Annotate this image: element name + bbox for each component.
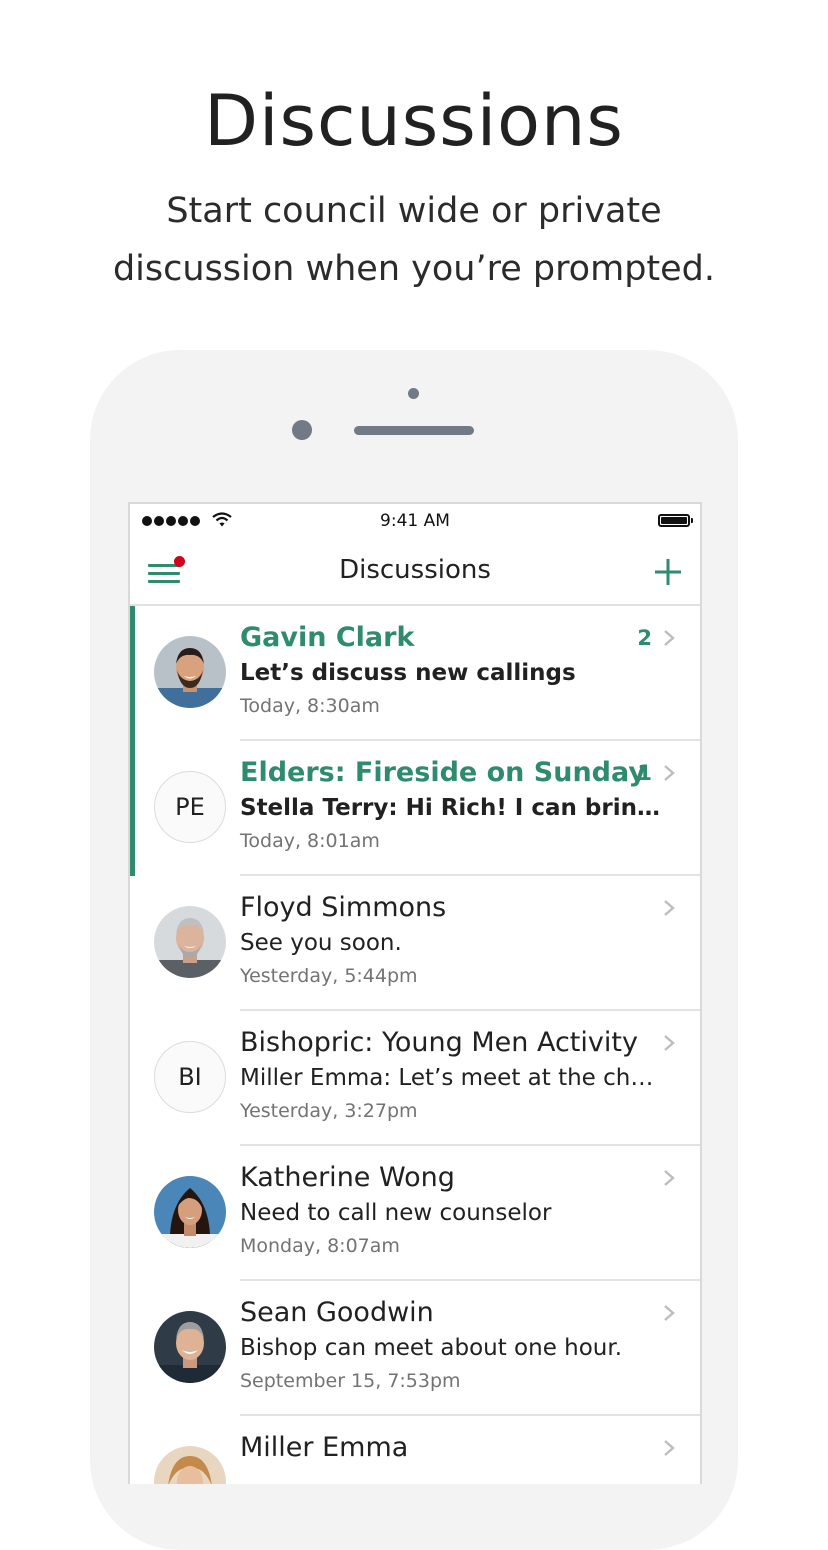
discussion-name: Floyd Simmons: [240, 892, 447, 923]
avatar-sean-goodwin: [154, 1311, 226, 1383]
discussion-row-bishopric-young-men[interactable]: BI Bishopric: Young Men Activity Miller …: [130, 1011, 700, 1146]
initials-avatar: BI: [154, 1041, 226, 1113]
discussion-row-gavin-clark[interactable]: Gavin Clark Let’s discuss new callings T…: [130, 606, 700, 741]
hero-subtitle-line2: discussion when you’re prompted.: [112, 249, 716, 289]
unread-count-badge: 2: [637, 626, 652, 650]
proximity-sensor: [408, 388, 419, 399]
discussion-preview: Need to call new counselor: [240, 1200, 552, 1226]
discussion-row-elders-fireside[interactable]: PE Elders: Fireside on Sunday Stella Ter…: [130, 741, 700, 876]
discussion-preview: Let’s discuss new callings: [240, 660, 576, 686]
discussion-timestamp: Yesterday, 3:27pm: [240, 1100, 418, 1122]
discussion-list: Gavin Clark Let’s discuss new callings T…: [130, 606, 700, 1484]
chevron-right-icon: [664, 1305, 675, 1321]
discussion-preview: See you soon.: [240, 930, 402, 956]
avatar-miller-emma: [154, 1446, 226, 1484]
hero-subtitle-line1: Start council wide or private: [166, 191, 662, 231]
discussion-timestamp: September 15, 7:53pm: [240, 1370, 461, 1392]
discussion-timestamp: Yesterday, 5:44pm: [240, 965, 418, 987]
chevron-right-icon: [664, 1170, 675, 1186]
earpiece-speaker: [354, 426, 474, 435]
front-camera: [292, 420, 312, 440]
avatar-gavin-clark: [154, 636, 226, 708]
discussion-preview: Stella Terry: Hi Rich! I can bring arr..…: [240, 795, 660, 821]
discussion-name: Sean Goodwin: [240, 1297, 434, 1328]
nav-title: Discussions: [339, 555, 491, 585]
battery-icon: [658, 514, 693, 527]
chevron-right-icon: [664, 1440, 675, 1456]
unread-count-badge: 1: [637, 761, 652, 785]
discussion-name: Katherine Wong: [240, 1162, 455, 1193]
discussion-preview: Bishop can meet about one hour.: [240, 1335, 623, 1361]
discussion-name: Elders: Fireside on Sunday: [240, 757, 646, 788]
phone-screen: 9:41 AM Discussions Gavin Clark Let’s di…: [128, 502, 702, 1484]
chevron-right-icon: [664, 765, 675, 781]
discussion-timestamp: Today, 8:01am: [240, 830, 380, 852]
navigation-bar: Discussions: [130, 538, 700, 606]
discussion-name: Gavin Clark: [240, 622, 415, 653]
status-bar: 9:41 AM: [130, 504, 700, 538]
discussion-row-sean-goodwin[interactable]: Sean Goodwin Bishop can meet about one h…: [130, 1281, 700, 1416]
discussion-row-katherine-wong[interactable]: Katherine Wong Need to call new counselo…: [130, 1146, 700, 1281]
hero-subtitle: Start council wide or private discussion…: [80, 182, 748, 298]
discussion-row-miller-emma[interactable]: Miller Emma: [130, 1416, 700, 1484]
discussion-preview: Miller Emma: Let’s meet at the churc...: [240, 1065, 660, 1091]
discussion-timestamp: Monday, 8:07am: [240, 1235, 400, 1257]
add-discussion-button[interactable]: [654, 558, 682, 586]
chevron-right-icon: [664, 1035, 675, 1051]
discussion-name: Miller Emma: [240, 1432, 409, 1463]
discussion-timestamp: Today, 8:30am: [240, 695, 380, 717]
avatar-floyd-simmons: [154, 906, 226, 978]
chevron-right-icon: [664, 630, 675, 646]
hero-title: Discussions: [204, 80, 624, 162]
chevron-right-icon: [664, 900, 675, 916]
initials-avatar: PE: [154, 771, 226, 843]
avatar-katherine-wong: [154, 1176, 226, 1248]
discussion-name: Bishopric: Young Men Activity: [240, 1027, 638, 1058]
status-time: 9:41 AM: [380, 511, 450, 531]
discussion-row-floyd-simmons[interactable]: Floyd Simmons See you soon. Yesterday, 5…: [130, 876, 700, 1011]
